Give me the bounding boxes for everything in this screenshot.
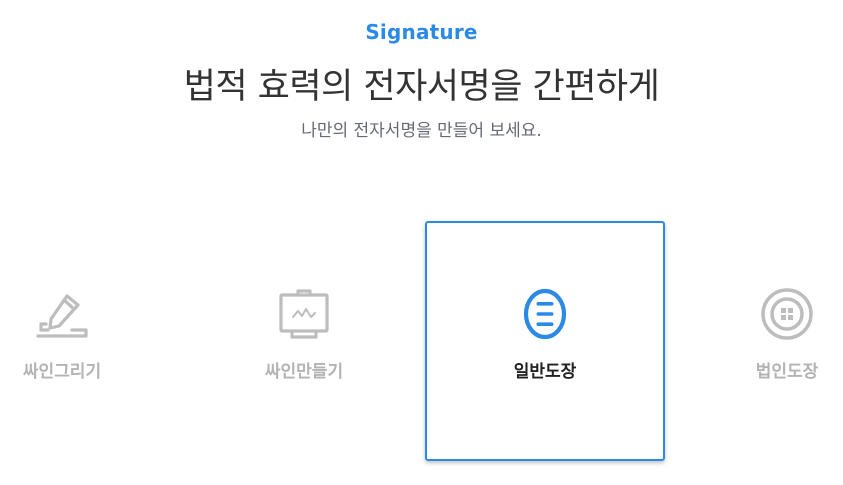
option-general-stamp[interactable]: 일반도장: [425, 221, 665, 461]
signature-page: Signature 법적 효력의 전자서명을 간편하게 나만의 전자서명을 만들…: [0, 0, 843, 485]
corporate-stamp-icon: [761, 288, 813, 340]
option-make-signature[interactable]: 싸인만들기: [184, 221, 424, 461]
page-subtitle: 나만의 전자서명을 만들어 보세요.: [301, 121, 542, 141]
section-eyebrow: Signature: [365, 20, 478, 44]
seal-stamp-icon: [523, 288, 567, 340]
option-label: 싸인만들기: [264, 362, 344, 382]
pen-draw-icon: [36, 294, 88, 338]
page-title: 법적 효력의 전자서명을 간편하게: [183, 67, 660, 107]
option-draw-signature[interactable]: 싸인그리기: [0, 221, 182, 461]
option-corporate-stamp[interactable]: 법인도장: [667, 221, 843, 461]
option-label: 법인도장: [755, 362, 819, 382]
option-label: 싸인그리기: [22, 362, 102, 382]
signature-monitor-icon: [279, 289, 329, 339]
option-label: 일반도장: [513, 362, 577, 382]
